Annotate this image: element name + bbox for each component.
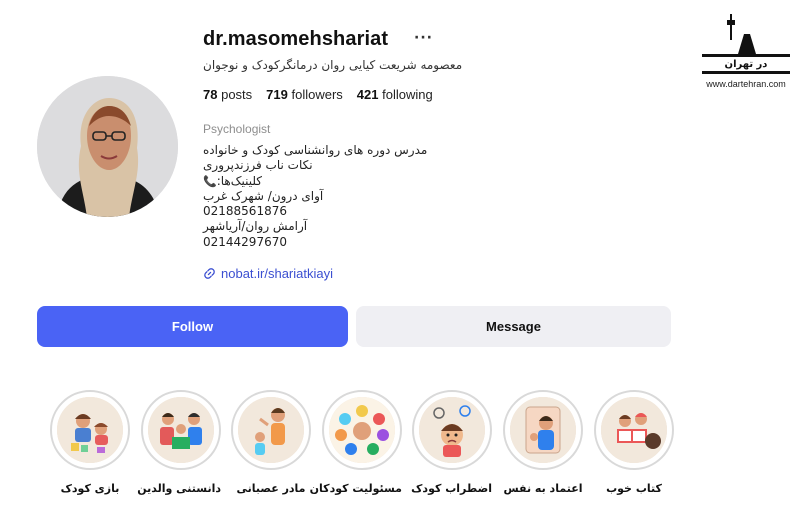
posts-count: 78 bbox=[203, 87, 218, 102]
kids-book-icon bbox=[601, 397, 667, 463]
profile-bio: مدرس دوره های روانشناسی کودک و خانواده ن… bbox=[203, 143, 443, 250]
bio-phone: 02144297670 bbox=[203, 234, 287, 249]
highlight-item[interactable]: مادر عصبانی bbox=[231, 390, 311, 495]
highlight-label: بازی کودک bbox=[60, 482, 120, 495]
highlight-item[interactable]: مسئولیت کودکان bbox=[309, 390, 402, 495]
profile-full-name: معصومه شریعت کیایی روان درمانگرکودک و نو… bbox=[203, 58, 463, 72]
anxious-child-icon bbox=[419, 397, 485, 463]
highlight-label: اضطراب کودک bbox=[411, 482, 492, 495]
highlight-item[interactable]: دانستنی والدین bbox=[137, 390, 221, 495]
person-portrait-icon bbox=[37, 76, 178, 217]
message-button[interactable]: Message bbox=[356, 306, 671, 347]
following-label: following bbox=[382, 87, 433, 102]
link-icon bbox=[204, 268, 215, 279]
followers-label: followers bbox=[291, 87, 343, 102]
profile-username: dr.masomehshariat bbox=[203, 28, 389, 50]
following-stat[interactable]: 421 following bbox=[357, 87, 433, 102]
highlight-label: دانستنی والدین bbox=[137, 482, 221, 495]
highlight-item[interactable]: اعتماد به نفس bbox=[503, 390, 583, 495]
posts-label: posts bbox=[221, 87, 253, 102]
bio-phone: 02188561876 bbox=[203, 204, 287, 219]
bio-line: آوای درون/ شهرک غرب bbox=[203, 188, 324, 203]
logo-text: در تهران bbox=[725, 59, 768, 70]
more-options-icon[interactable]: ··· bbox=[414, 30, 433, 46]
posts-stat[interactable]: 78 posts bbox=[203, 87, 252, 102]
bio-line: آرامش روان/آریاشهر bbox=[203, 219, 308, 234]
bio-line: مدرس دوره های روانشناسی کودک و خانواده bbox=[203, 143, 428, 157]
profile-category: Psychologist bbox=[203, 122, 271, 136]
highlight-label: مادر عصبانی bbox=[236, 482, 306, 495]
kids-playing-icon bbox=[57, 397, 123, 463]
profile-avatar[interactable] bbox=[37, 76, 178, 217]
highlight-label: اعتماد به نفس bbox=[503, 482, 583, 495]
follow-button[interactable]: Follow bbox=[37, 306, 348, 347]
watermark-url: www.dartehran.com bbox=[706, 79, 786, 89]
highlight-item[interactable]: بازی کودک bbox=[50, 390, 130, 495]
bio-line: نکات ناب فرزندپروری bbox=[203, 158, 313, 173]
bio-line: کلینیک‌ها: bbox=[216, 173, 263, 188]
highlight-item[interactable]: کتاب خوب bbox=[594, 390, 674, 495]
followers-stat[interactable]: 719 followers bbox=[266, 87, 343, 102]
profile-stats: 78 posts 719 followers 421 following bbox=[203, 87, 433, 102]
highlight-item[interactable]: اضطراب کودک bbox=[411, 390, 492, 495]
following-count: 421 bbox=[356, 87, 379, 102]
highlight-label: کتاب خوب bbox=[606, 482, 662, 495]
angry-mother-icon bbox=[238, 397, 304, 463]
confident-child-icon bbox=[510, 397, 576, 463]
followers-count: 719 bbox=[266, 87, 288, 102]
children-circle-icon bbox=[329, 397, 395, 463]
highlight-label: مسئولیت کودکان bbox=[309, 482, 402, 495]
phone-icon: 📞 bbox=[203, 174, 217, 188]
profile-link[interactable]: nobat.ir/shariatkiayi bbox=[203, 266, 333, 281]
profile-link-text[interactable]: nobat.ir/shariatkiayi bbox=[221, 266, 333, 281]
family-reading-icon bbox=[148, 397, 214, 463]
dartehran-logo: در تهران bbox=[700, 12, 792, 80]
